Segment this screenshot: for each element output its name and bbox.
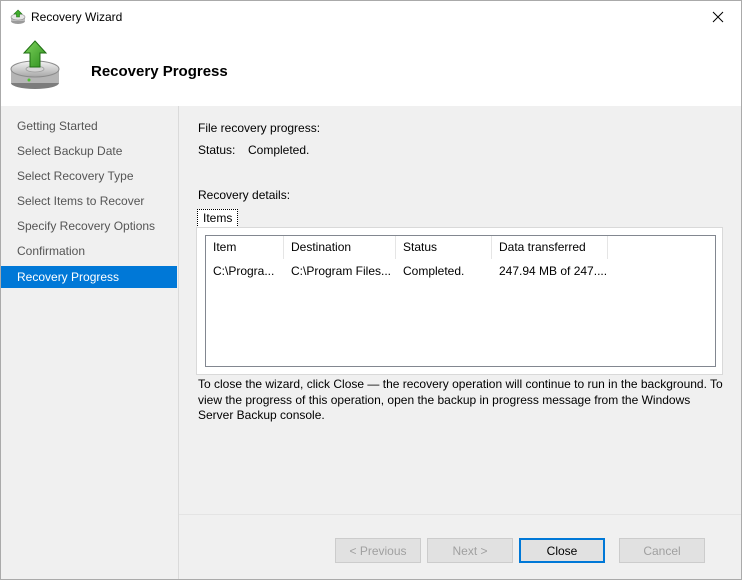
column-header-data-transferred[interactable]: Data transferred	[492, 236, 608, 259]
file-recovery-progress-label: File recovery progress:	[198, 121, 321, 135]
column-header-status[interactable]: Status	[396, 236, 492, 259]
next-button[interactable]: Next >	[427, 538, 513, 563]
window-close-button[interactable]	[695, 1, 741, 32]
cell-destination: C:\Program Files...	[291, 264, 392, 278]
cancel-button[interactable]: Cancel	[619, 538, 705, 563]
column-header-item[interactable]: Item	[206, 236, 284, 259]
wizard-content: File recovery progress: Status: Complete…	[179, 106, 741, 579]
cell-data-transferred: 247.94 MB of 247....	[499, 264, 608, 278]
wizard-app-icon	[10, 9, 26, 24]
sidebar-item-confirmation[interactable]: Confirmation	[1, 240, 177, 262]
window-title: Recovery Wizard	[31, 10, 123, 24]
previous-button[interactable]: < Previous	[335, 538, 421, 563]
tab-items[interactable]: Items	[197, 209, 239, 228]
recovery-wizard-window: Recovery Wizard Recovery Progress Gettin…	[0, 0, 742, 580]
recovery-items-list[interactable]: Item Destination Status Data transferred…	[205, 235, 716, 367]
title-bar[interactable]: Recovery Wizard	[1, 1, 741, 32]
cell-item: C:\Progra...	[213, 264, 275, 278]
sidebar-item-getting-started[interactable]: Getting Started	[1, 115, 177, 137]
close-icon	[712, 11, 724, 22]
sidebar-item-select-items-to-recover[interactable]: Select Items to Recover	[1, 190, 177, 212]
page-title: Recovery Progress	[91, 63, 228, 80]
status-label: Status:	[198, 143, 236, 157]
wizard-steps-sidebar: Getting Started Select Backup Date Selec…	[1, 106, 179, 579]
sidebar-item-specify-recovery-options[interactable]: Specify Recovery Options	[1, 215, 177, 237]
button-bar: < Previous Next > Close Cancel	[179, 514, 741, 579]
close-button[interactable]: Close	[519, 538, 605, 563]
sidebar-item-select-recovery-type[interactable]: Select Recovery Type	[1, 165, 177, 187]
items-tab-panel: Item Destination Status Data transferred…	[196, 227, 723, 375]
status-value: Completed.	[248, 143, 310, 157]
sidebar-item-recovery-progress[interactable]: Recovery Progress	[1, 266, 177, 288]
backup-drive-icon	[10, 40, 60, 89]
recovery-details-label: Recovery details:	[198, 188, 291, 202]
cell-status: Completed.	[403, 264, 465, 278]
column-header-destination[interactable]: Destination	[284, 236, 396, 259]
wizard-header: Recovery Progress	[1, 32, 741, 106]
close-wizard-note: To close the wizard, click Close — the r…	[198, 377, 723, 422]
sidebar-item-select-backup-date[interactable]: Select Backup Date	[1, 140, 177, 162]
